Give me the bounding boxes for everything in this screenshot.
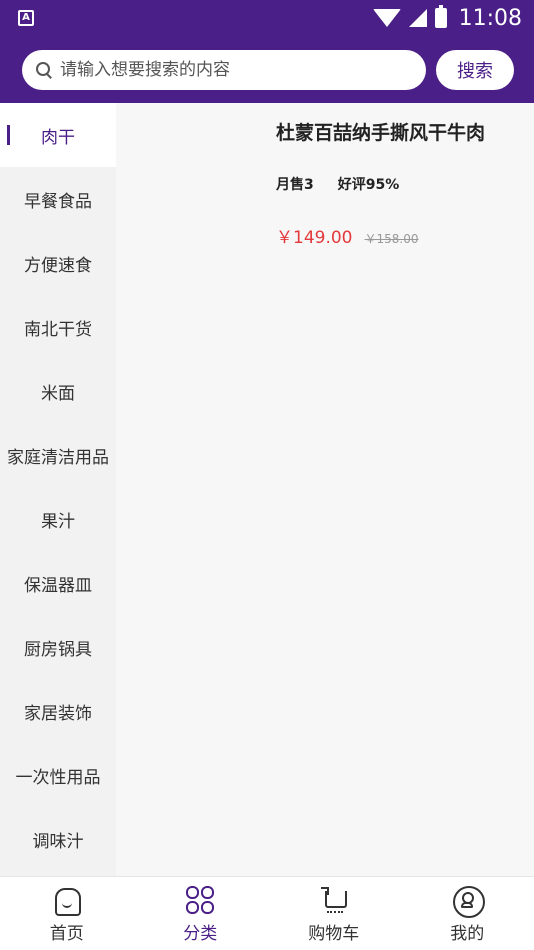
search-icon	[36, 62, 52, 78]
category-item-home-decor[interactable]: 家居装饰	[0, 679, 116, 743]
product-price: ￥149.00	[276, 228, 353, 248]
monthly-sales: 月售3	[276, 177, 314, 193]
status-bar: A 11:08	[0, 0, 534, 36]
category-item-thermos[interactable]: 保温器皿	[0, 551, 116, 615]
signal-icon	[408, 9, 427, 27]
category-item-juice[interactable]: 果汁	[0, 487, 116, 551]
tab-label: 首页	[49, 924, 84, 944]
category-item-sauces[interactable]: 调味汁	[0, 807, 116, 871]
search-button[interactable]: 搜索	[436, 50, 514, 90]
original-price: ￥158.00	[364, 232, 419, 246]
category-item-cookware[interactable]: 厨房锅具	[0, 615, 116, 679]
category-item-household-cleaning[interactable]: 家庭清洁用品	[0, 423, 116, 487]
home-icon	[52, 885, 82, 916]
search-bar: 搜索	[0, 48, 534, 92]
category-item-rice-noodles[interactable]: 米面	[0, 359, 116, 423]
category-icon	[185, 885, 215, 915]
app-notification-icon: A	[18, 10, 34, 26]
price-row: ￥149.00 ￥158.00	[276, 223, 418, 248]
tab-label: 购物车	[308, 924, 360, 944]
product-title: 杜蒙百喆纳手撕风干牛肉	[276, 122, 486, 144]
product-stats: 月售3 好评95%	[276, 174, 399, 194]
rating: 好评95%	[337, 177, 400, 193]
tab-label: 分类	[183, 924, 218, 944]
tab-profile[interactable]: 我的	[401, 877, 534, 950]
category-item-rougan[interactable]: 肉干	[0, 103, 116, 167]
tab-category[interactable]: 分类	[134, 877, 268, 950]
header: A 11:08 搜索	[0, 0, 534, 103]
status-time: 11:08	[458, 5, 522, 31]
search-box[interactable]	[22, 50, 426, 90]
status-indicators: 11:08	[372, 4, 522, 32]
search-input[interactable]	[60, 60, 400, 80]
cart-icon	[319, 885, 349, 915]
tab-label: 我的	[450, 924, 485, 944]
category-item-instant-food[interactable]: 方便速食	[0, 231, 116, 295]
category-item-breakfast[interactable]: 早餐食品	[0, 167, 116, 231]
profile-icon	[452, 885, 486, 918]
category-sidebar: 肉干 早餐食品 方便速食 南北干货 米面 家庭清洁用品 果汁 保温器皿 厨房锅具…	[0, 103, 116, 876]
category-item-dry-goods[interactable]: 南北干货	[0, 295, 116, 359]
wifi-icon	[372, 9, 401, 27]
tab-cart[interactable]: 购物车	[267, 877, 401, 950]
bottom-tab-bar: 首页 分类 购物车 我的	[0, 876, 534, 950]
category-item-disposables[interactable]: 一次性用品	[0, 743, 116, 807]
tab-home[interactable]: 首页	[0, 877, 134, 950]
battery-icon	[434, 5, 447, 28]
product-list: 杜蒙百喆纳手撕风干牛肉 月售3 好评95% ￥149.00 ￥158.00	[116, 103, 534, 876]
